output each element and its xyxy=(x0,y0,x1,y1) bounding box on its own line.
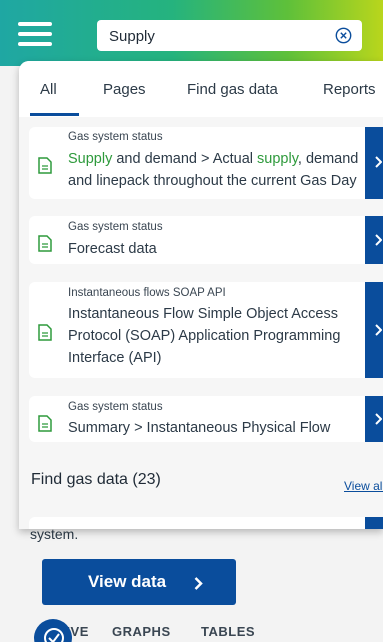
find-gas-data-heading: Find gas data (23) xyxy=(31,471,161,488)
result-arrow[interactable] xyxy=(365,127,383,199)
tab-graphs[interactable]: GRAPHS xyxy=(112,624,171,639)
tab-find-gas-data[interactable]: Find gas data xyxy=(187,81,278,98)
result-text: Instantaneous Flow Simple Object Access … xyxy=(68,306,341,366)
document-icon xyxy=(38,415,52,432)
menu-icon[interactable] xyxy=(18,22,52,48)
result-category: Instantaneous flows SOAP API xyxy=(68,287,226,299)
tab-reports[interactable]: Reports xyxy=(323,81,376,98)
result-text: Forecast data xyxy=(68,241,157,257)
result-arrow[interactable] xyxy=(365,396,383,442)
result-text: Supply and demand > Actual supply, deman… xyxy=(68,151,359,189)
search-box xyxy=(97,20,362,51)
result-arrow[interactable] xyxy=(365,216,383,264)
active-tab-indicator xyxy=(30,113,79,116)
result-category: Gas system status xyxy=(68,401,163,413)
chevron-right-icon xyxy=(194,577,203,590)
clear-circle-x-icon[interactable] xyxy=(335,27,352,44)
results-tabs: All Pages Find gas data Reports xyxy=(19,61,383,117)
search-result-partial[interactable] xyxy=(29,517,383,529)
document-icon xyxy=(38,157,52,174)
chevron-right-icon xyxy=(375,234,382,246)
tab-pages[interactable]: Pages xyxy=(103,81,146,98)
search-results-panel: All Pages Find gas data Reports Gas syst… xyxy=(19,61,383,529)
top-header xyxy=(0,0,383,66)
search-result[interactable]: Gas system status Summary > Instantaneou… xyxy=(29,396,383,442)
accessibility-button[interactable] xyxy=(34,619,72,642)
result-arrow[interactable] xyxy=(365,282,383,378)
document-icon xyxy=(38,324,52,341)
result-category: Gas system status xyxy=(68,131,163,143)
search-result[interactable]: Gas system status Supply and demand > Ac… xyxy=(29,127,383,199)
accessibility-icon xyxy=(44,628,64,642)
result-text: Summary > Instantaneous Physical Flow xyxy=(68,420,331,436)
result-category: Gas system status xyxy=(68,221,163,233)
view-all-link[interactable]: View all xyxy=(344,479,383,493)
view-data-button[interactable]: View data xyxy=(42,559,236,605)
search-result[interactable]: Instantaneous flows SOAP API Instantaneo… xyxy=(29,282,383,378)
chevron-right-icon xyxy=(375,324,382,336)
tab-all[interactable]: All xyxy=(40,81,57,98)
document-icon xyxy=(38,235,52,252)
result-arrow[interactable] xyxy=(365,517,383,529)
chevron-right-icon xyxy=(375,413,382,425)
chevron-right-icon xyxy=(375,156,382,168)
search-result[interactable]: Gas system status Forecast data xyxy=(29,216,383,264)
view-data-label: View data xyxy=(88,572,167,591)
search-input[interactable] xyxy=(109,25,319,47)
tab-tables[interactable]: TABLES xyxy=(201,624,255,639)
